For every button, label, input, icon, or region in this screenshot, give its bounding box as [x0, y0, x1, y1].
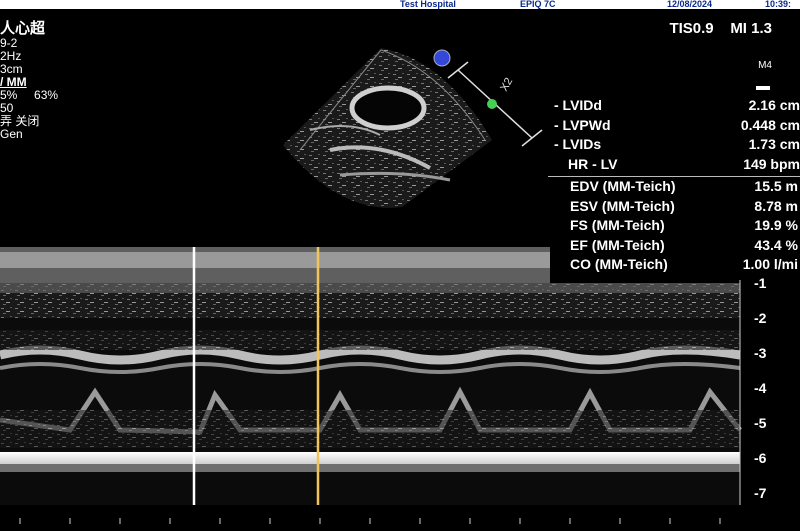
calc-row[interactable]: EDV (MM-Teich) 15.5 m: [548, 177, 800, 197]
calc-row[interactable]: ESV (MM-Teich) 8.78 m: [548, 197, 800, 217]
measurement-row[interactable]: - LVPWd 0.448 cm: [554, 116, 800, 136]
measurement-row[interactable]: HR - LV 149 bpm: [554, 155, 800, 175]
m-line-handle[interactable]: [487, 99, 497, 109]
depth-tick-label: -5: [754, 415, 767, 431]
m-line-label: X2: [498, 76, 515, 94]
depth-tick-label: -6: [754, 450, 767, 466]
depth-tick-label: -7: [754, 485, 767, 501]
depth-tick-label: -2: [754, 310, 767, 326]
time-axis: [19, 518, 721, 524]
measurement-row[interactable]: - LVIDd 2.16 cm: [554, 96, 800, 116]
depth-tick-label: -1: [754, 275, 767, 291]
calc-row[interactable]: CO (MM-Teich) 1.00 l/mi: [548, 255, 800, 275]
depth-scale: -1 -2 -3 -4 -5 -6 -7: [740, 275, 780, 505]
calc-row[interactable]: FS (MM-Teich) 19.9 %: [548, 216, 800, 236]
measurement-panel: - LVIDd 2.16 cm - LVPWd 0.448 cm - LVIDs…: [554, 96, 800, 174]
m-mode-trace: [0, 247, 742, 505]
depth-tick-label: -4: [754, 380, 767, 396]
calc-row[interactable]: EF (MM-Teich) 43.4 %: [548, 236, 800, 256]
depth-tick-label: -3: [754, 345, 767, 361]
probe-orientation-icon: [433, 49, 451, 67]
measurement-row[interactable]: - LVIDs 1.73 cm: [554, 135, 800, 155]
calculation-panel: EDV (MM-Teich) 15.5 m ESV (MM-Teich) 8.7…: [548, 176, 800, 277]
